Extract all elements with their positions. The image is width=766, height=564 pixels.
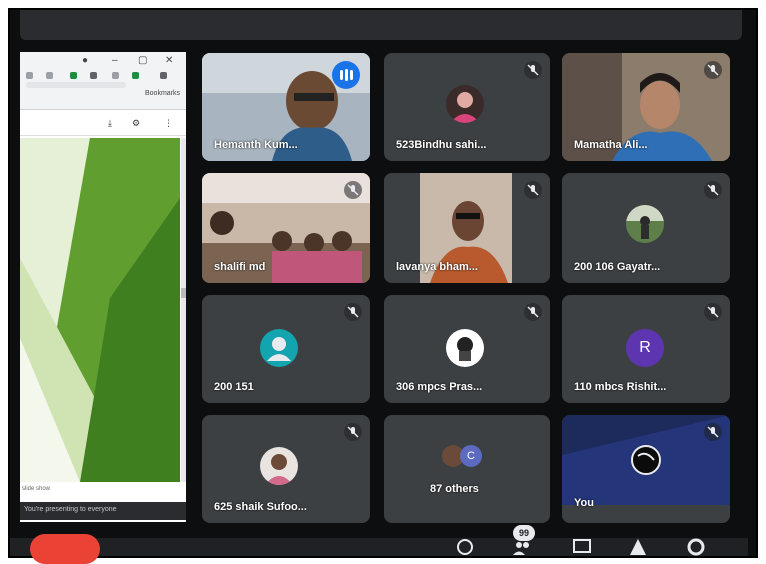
- close-icon[interactable]: ✕: [165, 55, 173, 66]
- slide-scrollbar[interactable]: [181, 138, 186, 482]
- mic-off-icon: [704, 423, 722, 441]
- activities-icon[interactable]: [628, 537, 648, 557]
- participant-name: 625 shaik Sufoo...: [214, 501, 307, 513]
- participant-name: lavanya bham...: [396, 261, 478, 273]
- settings-icon[interactable]: ⚙: [132, 118, 140, 129]
- bookmarks-label[interactable]: Bookmarks: [145, 90, 180, 97]
- slide-status-text: slide show: [22, 486, 51, 492]
- avatar: [446, 329, 484, 367]
- avatar: [260, 447, 298, 485]
- mic-off-icon: [704, 181, 722, 199]
- mic-off-icon: [524, 61, 542, 79]
- browser-chrome: ● – ▢ ✕ Bookmarks: [20, 52, 186, 110]
- speaking-indicator-icon: [332, 61, 360, 89]
- mic-off-icon: [524, 181, 542, 199]
- top-bar: [20, 10, 742, 40]
- extension-icon[interactable]: [112, 72, 119, 79]
- more-options-icon[interactable]: ⋮: [164, 118, 173, 129]
- participant-tile[interactable]: 200 151: [202, 295, 370, 403]
- participant-name: Hemanth Kum...: [214, 139, 298, 151]
- extension-icon[interactable]: [46, 72, 53, 79]
- participant-tile[interactable]: lavanya bham...: [384, 173, 550, 283]
- window-edge: [748, 10, 756, 556]
- extension-icon[interactable]: [70, 72, 77, 79]
- participant-tile[interactable]: Hemanth Kum...: [202, 53, 370, 161]
- presentation-panel[interactable]: ● – ▢ ✕ Bookmarks ⤓ ⚙ ⋮ slide show You'r…: [20, 52, 186, 522]
- presenting-text: You're presenting to everyone: [24, 506, 117, 513]
- mic-off-icon: [704, 303, 722, 321]
- participant-tile[interactable]: shalifi md: [202, 173, 370, 283]
- others-count: 87 others: [430, 483, 479, 495]
- self-tile[interactable]: You: [562, 415, 730, 523]
- slide-background: [20, 138, 180, 482]
- participant-name: shalifi md: [214, 261, 266, 273]
- minimize-icon[interactable]: ●: [82, 55, 88, 66]
- download-icon[interactable]: ⤓: [108, 118, 112, 129]
- info-icon[interactable]: [455, 537, 475, 557]
- participant-tile[interactable]: 625 shaik Sufoo...: [202, 415, 370, 523]
- avatar: R: [626, 329, 664, 367]
- participant-tile[interactable]: 523Bindhu sahi...: [384, 53, 550, 161]
- participant-tile[interactable]: Mamatha Ali...: [562, 53, 730, 161]
- extension-icon[interactable]: [132, 72, 139, 79]
- host-controls-icon[interactable]: [686, 537, 706, 557]
- participant-name: 200 151: [214, 381, 254, 393]
- mic-off-icon: [704, 61, 722, 79]
- avatar: [260, 329, 298, 367]
- mic-off-icon: [524, 303, 542, 321]
- chat-icon[interactable]: [572, 537, 592, 557]
- participant-name: Mamatha Ali...: [574, 139, 648, 151]
- participant-tile[interactable]: R 110 mbcs Rishit...: [562, 295, 730, 403]
- avatar: [446, 85, 484, 123]
- leave-call-button[interactable]: [30, 534, 100, 564]
- slide-status-bar: slide show: [20, 482, 186, 502]
- avatar: [626, 205, 664, 243]
- extension-icon[interactable]: [90, 72, 97, 79]
- slide-canvas: [20, 138, 180, 482]
- presenting-banner: You're presenting to everyone: [20, 502, 186, 520]
- mic-off-icon: [344, 181, 362, 199]
- participant-tile[interactable]: 200 106 Gayatr...: [562, 173, 730, 283]
- address-bar[interactable]: [26, 82, 126, 88]
- participant-tile[interactable]: 306 mpcs Pras...: [384, 295, 550, 403]
- participant-name: You: [574, 497, 594, 509]
- minimize-icon[interactable]: –: [112, 55, 118, 66]
- meet-window: ● – ▢ ✕ Bookmarks ⤓ ⚙ ⋮ slide show You'r…: [8, 8, 758, 558]
- slides-toolbar: ⤓ ⚙ ⋮: [20, 110, 186, 136]
- participants-count-badge: 99: [513, 525, 535, 541]
- participant-name: 110 mbcs Rishit...: [574, 381, 667, 393]
- mic-off-icon: [344, 303, 362, 321]
- maximize-icon[interactable]: ▢: [138, 55, 147, 66]
- mic-off-icon: [344, 423, 362, 441]
- participant-name: 306 mpcs Pras...: [396, 381, 483, 393]
- avatar: C: [460, 445, 482, 467]
- participant-name: 523Bindhu sahi...: [396, 139, 487, 151]
- others-tile[interactable]: C 87 others: [384, 415, 550, 523]
- participant-name: 200 106 Gayatr...: [574, 261, 661, 273]
- menu-icon[interactable]: [160, 72, 167, 79]
- extension-icon[interactable]: [26, 72, 33, 79]
